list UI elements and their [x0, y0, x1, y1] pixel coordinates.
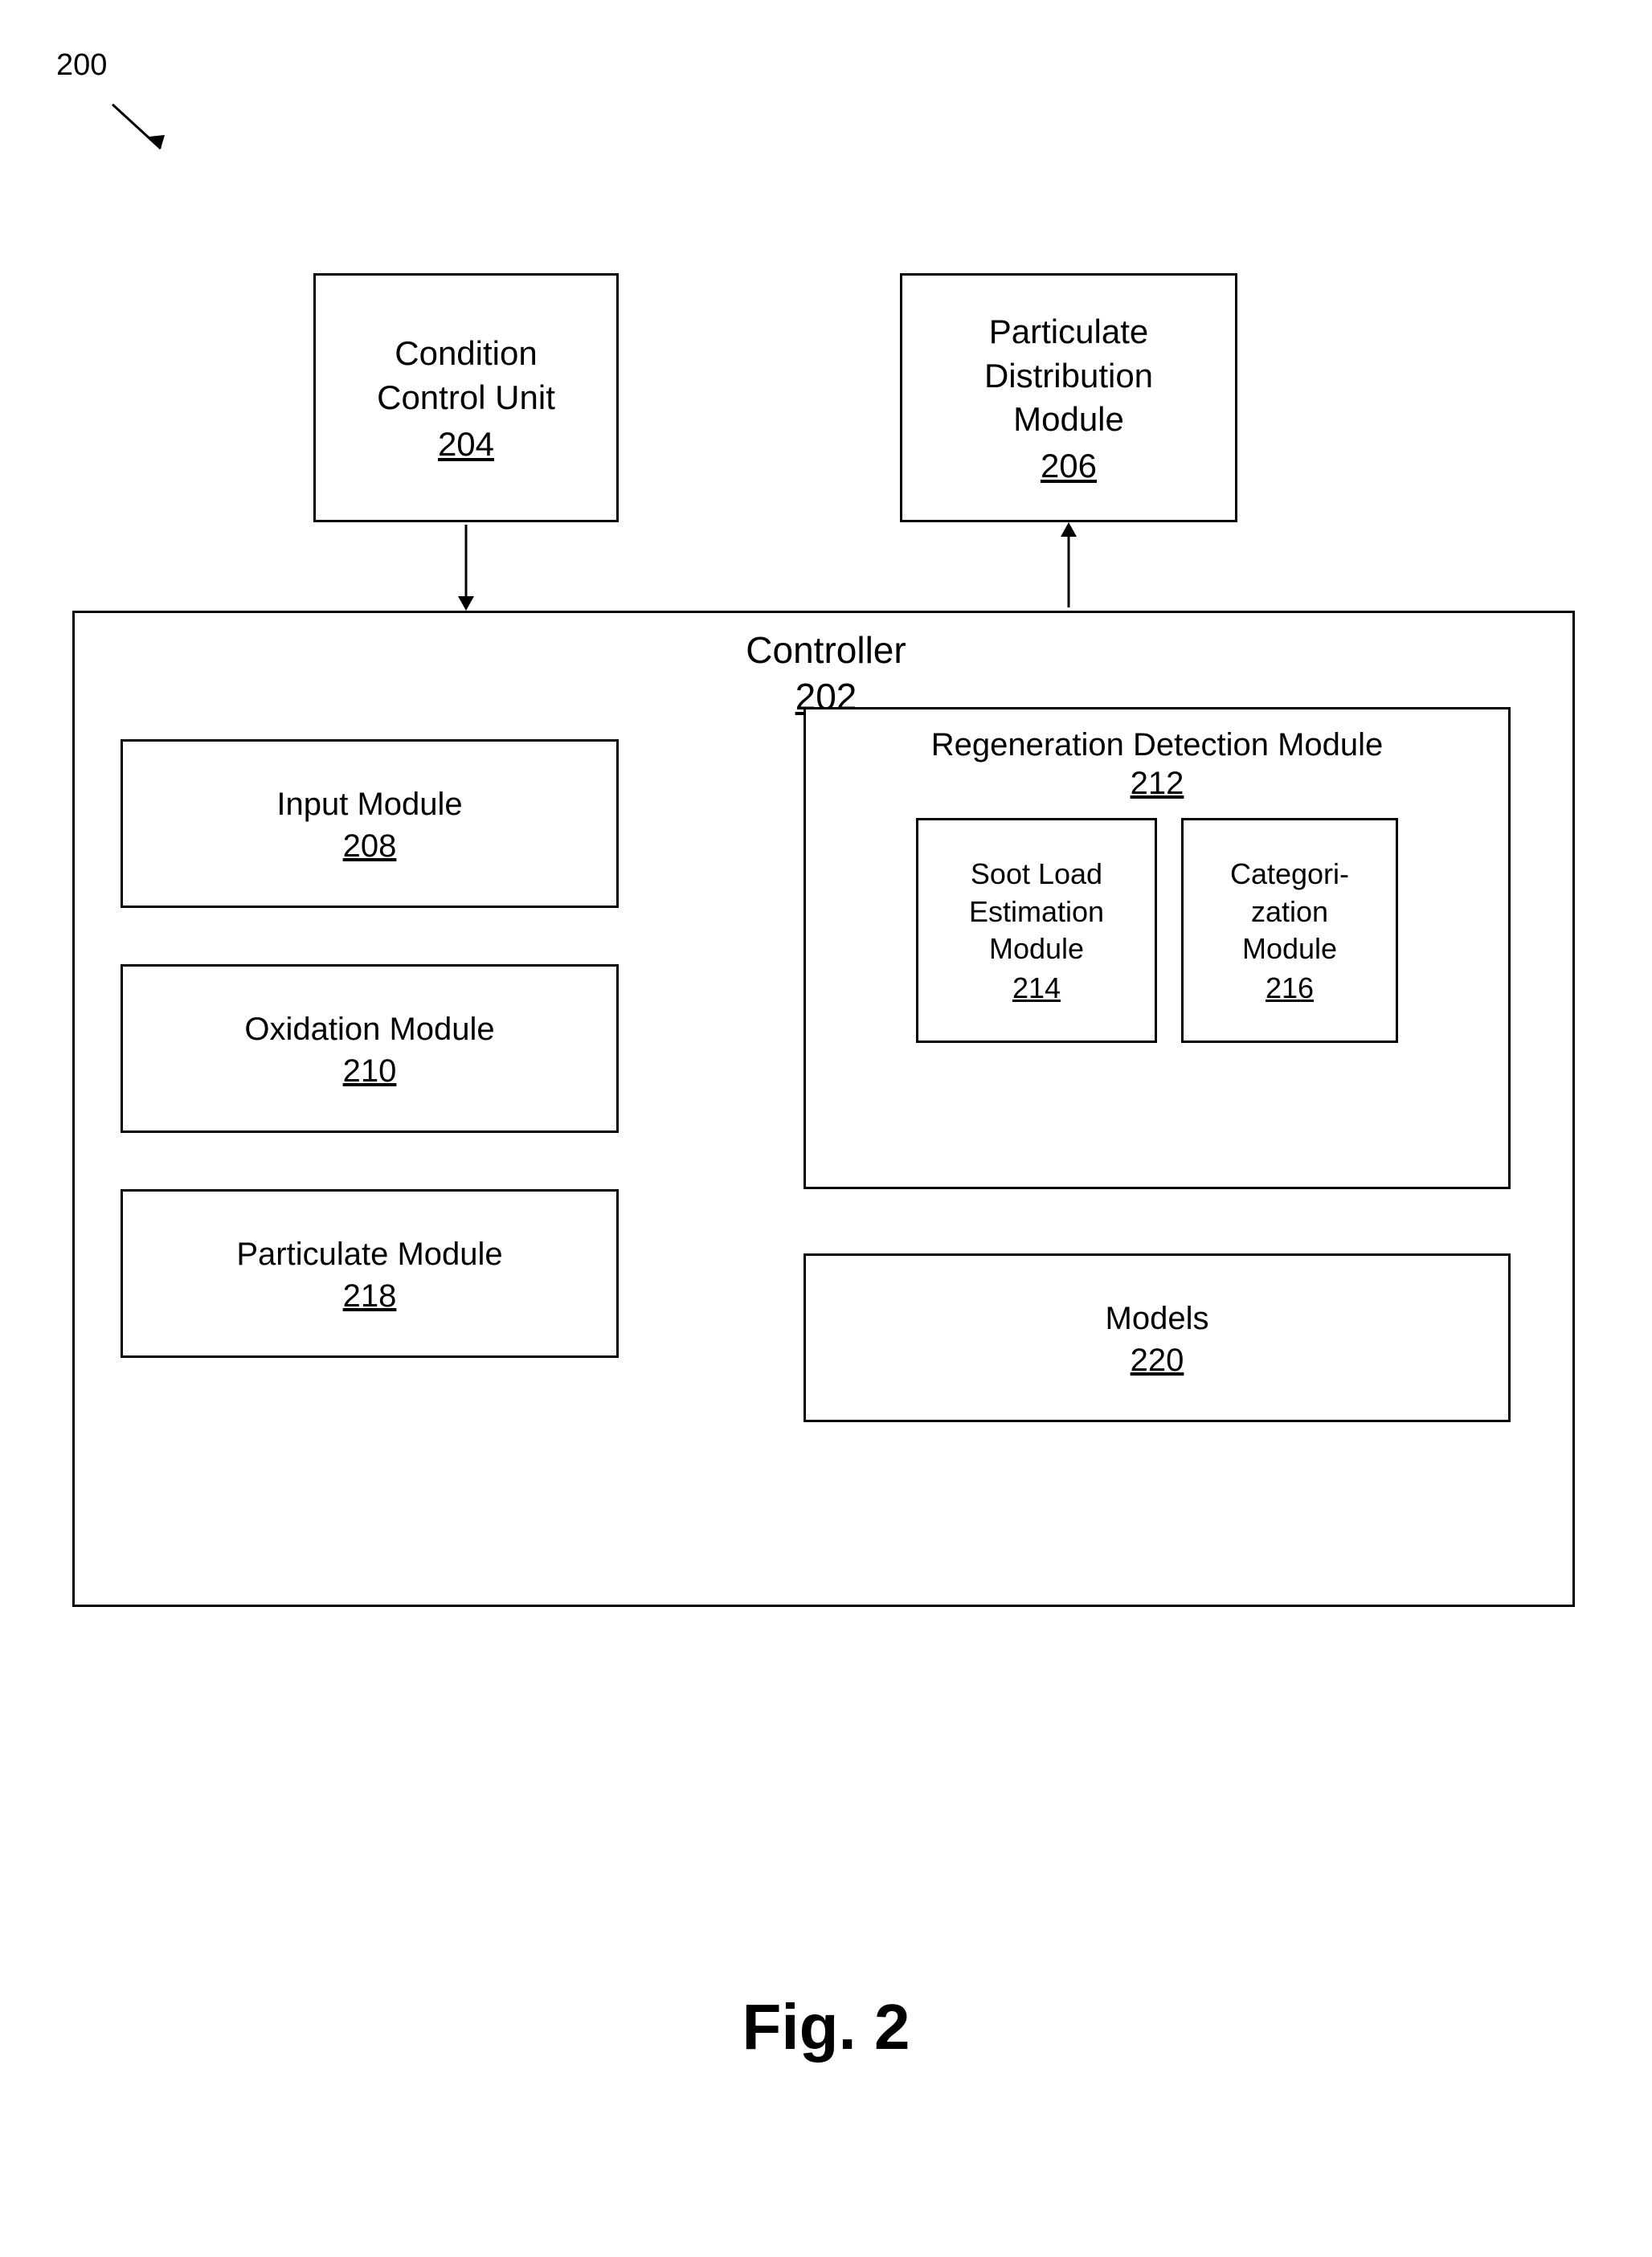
rdm-title-area: Regeneration Detection Module 212	[931, 724, 1384, 802]
particulate-module-box: Particulate Module 218	[121, 1189, 619, 1358]
pdm-title: ParticulateDistributionModule	[984, 310, 1153, 442]
slem-title: Soot LoadEstimationModule	[969, 856, 1104, 968]
particulate-distribution-module-box: ParticulateDistributionModule 206	[900, 273, 1237, 522]
ccu-title: ConditionControl Unit	[377, 332, 555, 419]
models-number: 220	[1131, 1343, 1184, 1379]
input-module-number: 208	[343, 828, 397, 865]
oxidation-module-box: Oxidation Module 210	[121, 964, 619, 1133]
rdm-number: 212	[1131, 766, 1184, 801]
rdm-title: Regeneration Detection Module	[931, 727, 1384, 763]
soot-load-estimation-module-box: Soot LoadEstimationModule 214	[916, 818, 1157, 1043]
ref-label-200: 200	[56, 48, 107, 83]
diagram-container: 200 ConditionControl Unit 204 Particulat…	[0, 0, 1652, 2257]
figure-caption: Fig. 2	[0, 1990, 1652, 2064]
input-module-title: Input Module	[276, 783, 462, 825]
cm-number: 216	[1266, 971, 1314, 1005]
oxidation-module-number: 210	[343, 1053, 397, 1090]
slem-number: 214	[1012, 971, 1061, 1005]
particulate-module-title: Particulate Module	[236, 1233, 502, 1275]
ccu-number: 204	[438, 425, 494, 464]
condition-control-unit-box: ConditionControl Unit 204	[313, 273, 619, 522]
controller-title: Controller	[746, 629, 906, 671]
pdm-number: 206	[1041, 447, 1097, 485]
models-title: Models	[1106, 1298, 1209, 1339]
models-box: Models 220	[804, 1253, 1511, 1422]
regeneration-detection-module-box: Regeneration Detection Module 212 Soot L…	[804, 707, 1511, 1189]
rdm-inner-boxes: Soot LoadEstimationModule 214 Categori-z…	[916, 818, 1398, 1043]
cm-title: Categori-zationModule	[1230, 856, 1349, 968]
particulate-module-number: 218	[343, 1278, 397, 1315]
controller-label-area: Controller 202	[0, 627, 1652, 718]
oxidation-module-title: Oxidation Module	[244, 1008, 494, 1050]
input-module-box: Input Module 208	[121, 739, 619, 908]
categorization-module-box: Categori-zationModule 216	[1181, 818, 1398, 1043]
